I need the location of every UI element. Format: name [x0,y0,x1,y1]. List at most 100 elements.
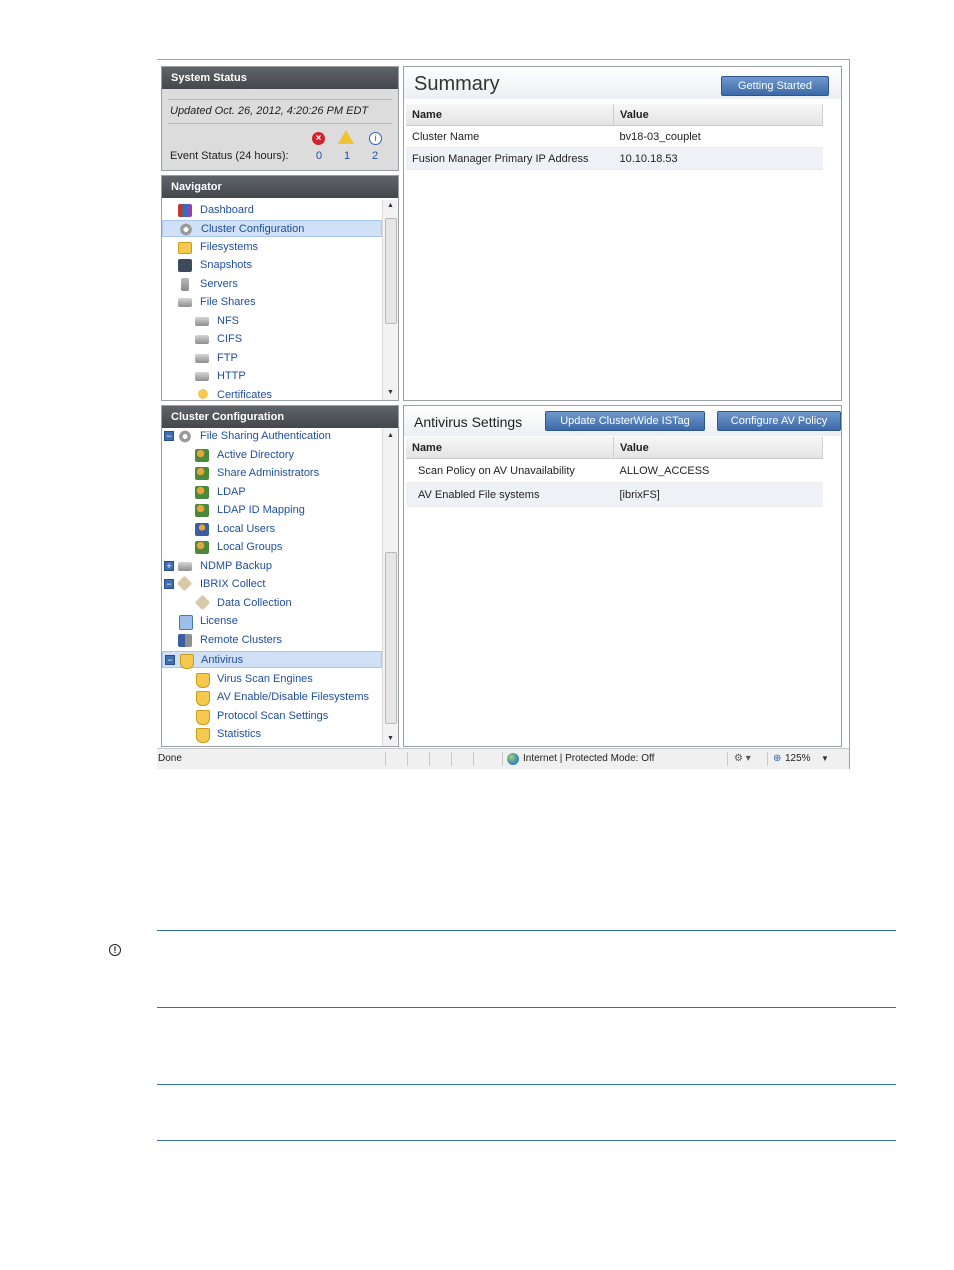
cluster-configuration-tree: − File Sharing Authentication Active Dir… [162,428,382,746]
camera-icon [178,259,192,272]
scroll-thumb[interactable] [385,218,397,324]
nav-item-http[interactable]: HTTP [162,368,382,385]
protected-mode-icon[interactable]: ⚙ ▾ [734,749,751,769]
nav-item-cifs[interactable]: CIFS [162,331,382,348]
table-cell: Scan Policy on AV Unavailability [406,458,614,483]
table-cell: 10.10.18.53 [613,147,823,170]
nav-item-nfs[interactable]: NFS [162,313,382,330]
table-row[interactable]: Scan Policy on AV Unavailability ALLOW_A… [406,458,823,483]
nav-item-ftp[interactable]: FTP [162,350,382,367]
dashboard-icon [178,204,192,217]
update-clusterwide-istag-button[interactable]: Update ClusterWide ISTag [545,411,705,431]
tree-item-share-administrators[interactable]: Share Administrators [162,465,382,482]
table-row[interactable]: Cluster Name bv18-03_couplet [406,125,823,148]
collapse-icon[interactable]: − [164,579,174,589]
antivirus-settings-panel: Antivirus Settings Update ClusterWide IS… [403,405,842,747]
tree-item-ndmp-backup[interactable]: + NDMP Backup [162,558,382,575]
divider [157,1007,896,1008]
tree-item-data-collection[interactable]: Data Collection [162,594,382,612]
shield-icon [180,654,194,669]
warning-icon[interactable] [338,130,354,144]
nav-item-cluster-configuration[interactable]: Cluster Configuration [162,220,382,237]
shield-icon [196,691,210,706]
scroll-down-arrow-icon[interactable]: ▼ [383,735,398,742]
nav-item-certificates[interactable]: Certificates [162,387,382,400]
security-zone-text[interactable]: Internet | Protected Mode: Off [523,749,654,769]
tree-item-av-enable-disable-filesystems[interactable]: AV Enable/Disable Filesystems [162,689,382,706]
antivirus-settings-title: Antivirus Settings [414,414,523,430]
scroll-up-arrow-icon[interactable]: ▲ [383,432,398,439]
nav-item-dashboard[interactable]: Dashboard [162,202,382,219]
getting-started-button[interactable]: Getting Started [721,76,829,96]
shield-icon [196,673,210,688]
cluster-configuration-title: Cluster Configuration [162,406,398,428]
zoom-level[interactable]: 125% [785,749,811,769]
tree-item-file-sharing-authentication[interactable]: − File Sharing Authentication [162,428,382,445]
collapse-icon[interactable]: − [164,431,174,441]
license-icon [179,615,193,630]
important-icon: ! [109,944,121,956]
server-icon [181,278,189,291]
tree-item-ldap[interactable]: LDAP [162,484,382,501]
browser-screenshot: System Status Updated Oct. 26, 2012, 4:2… [157,59,850,769]
shield-icon [196,728,210,743]
tree-item-antivirus[interactable]: − Antivirus [162,651,382,669]
tree-item-remote-clusters[interactable]: Remote Clusters [162,632,382,649]
scroll-up-arrow-icon[interactable]: ▲ [383,202,398,209]
status-text: Done [158,753,182,764]
tree-item-statistics[interactable]: Statistics [162,726,382,743]
tree-item-virus-scan-engines[interactable]: Virus Scan Engines [162,671,382,688]
gear-icon [178,430,192,443]
navigator-scrollbar[interactable]: ▲ ▼ [382,200,398,400]
tree-item-ldap-id-mapping[interactable]: LDAP ID Mapping [162,502,382,519]
system-status-title: System Status [162,67,398,89]
tree-item-active-directory[interactable]: Active Directory [162,447,382,464]
tree-item-local-groups[interactable]: Local Groups [162,539,382,556]
nav-item-filesystems[interactable]: Filesystems [162,239,382,256]
scroll-down-arrow-icon[interactable]: ▼ [383,389,398,396]
tree-item-protocol-scan-settings[interactable]: Protocol Scan Settings [162,708,382,725]
collapse-icon[interactable]: − [165,655,175,665]
user-icon [195,523,209,536]
collect-icon [176,575,193,592]
column-header-name[interactable]: Name [406,104,614,126]
navigator-panel: Navigator Dashboard Cluster Configuratio… [161,175,399,401]
table-cell: Cluster Name [406,125,614,148]
info-count[interactable]: 2 [372,150,378,162]
error-count[interactable]: 0 [316,150,322,162]
table-cell: Fusion Manager Primary IP Address [406,147,614,170]
nav-item-file-shares[interactable]: File Shares [162,294,382,311]
tree-item-local-users[interactable]: Local Users [162,521,382,538]
tree-item-license[interactable]: License [162,613,382,630]
summary-panel: Summary Getting Started Name Value Clust… [403,66,842,401]
globe-icon [507,753,519,765]
column-header-value[interactable]: Value [613,437,823,459]
table-row[interactable]: Fusion Manager Primary IP Address 10.10.… [406,147,823,170]
expand-icon[interactable]: + [164,561,174,571]
cluster-configuration-panel: Cluster Configuration − File Sharing Aut… [161,405,399,747]
backup-icon [178,562,192,571]
column-header-value[interactable]: Value [613,104,823,126]
navigator-title: Navigator [162,176,398,198]
folder-icon [178,242,192,254]
summary-title: Summary [414,73,500,95]
configure-av-policy-button[interactable]: Configure AV Policy [717,411,841,431]
cluster-icon [178,634,192,647]
info-icon[interactable]: i [369,132,382,145]
share-icon [195,317,209,326]
zoom-dropdown-icon[interactable]: ▼ [821,749,829,769]
nav-item-servers[interactable]: Servers [162,276,382,293]
error-icon[interactable]: × [312,132,325,145]
scroll-thumb[interactable] [385,552,397,724]
divider [157,1084,896,1085]
updated-timestamp: Updated Oct. 26, 2012, 4:20:26 PM EDT [170,105,369,117]
warning-count[interactable]: 1 [344,150,350,162]
table-row[interactable]: AV Enabled File systems [ibrixFS] [406,482,823,507]
gear-icon [179,223,193,236]
shield-icon [196,710,210,725]
share-icon [195,372,209,381]
cluster-configuration-scrollbar[interactable]: ▲ ▼ [382,428,398,746]
column-header-name[interactable]: Name [406,437,614,459]
tree-item-ibrix-collect[interactable]: − IBRIX Collect [162,575,382,593]
nav-item-snapshots[interactable]: Snapshots [162,257,382,274]
